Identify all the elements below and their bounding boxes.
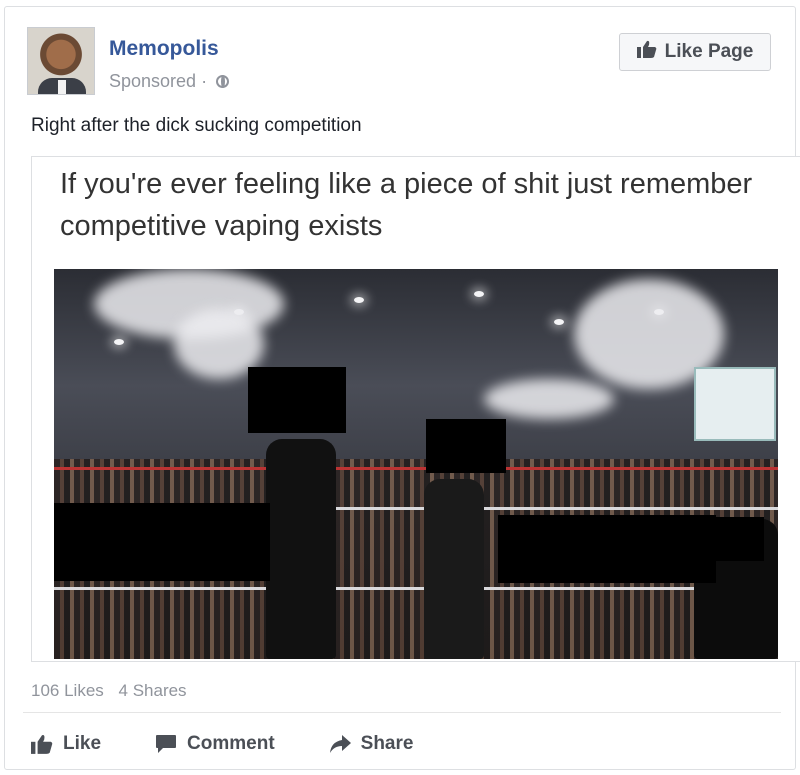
share-arrow-icon bbox=[329, 735, 351, 753]
ceiling-light bbox=[554, 319, 564, 325]
divider bbox=[23, 712, 781, 713]
comment-label: Comment bbox=[187, 733, 275, 754]
globe-icon[interactable] bbox=[216, 75, 230, 88]
post-stats: 106 Likes 4 Shares bbox=[31, 681, 187, 701]
shares-count[interactable]: 4 Shares bbox=[119, 681, 187, 700]
ring-rope bbox=[54, 587, 778, 590]
likes-count[interactable]: 106 Likes bbox=[31, 681, 104, 700]
ring-rope bbox=[54, 467, 778, 470]
post-actions: Like Comment Share bbox=[31, 729, 413, 759]
vapor-cloud bbox=[484, 379, 614, 419]
page-avatar[interactable] bbox=[27, 27, 95, 95]
page-name-link[interactable]: Memopolis bbox=[109, 37, 219, 61]
ceiling-light bbox=[354, 297, 364, 303]
sponsored-meta: Sponsored · bbox=[109, 71, 230, 92]
like-page-label: Like Page bbox=[664, 41, 754, 62]
share-button[interactable]: Share bbox=[329, 733, 414, 755]
like-button[interactable]: Like bbox=[31, 733, 101, 755]
ceiling-light bbox=[474, 291, 484, 297]
competitor-figure bbox=[266, 439, 336, 659]
vaping-photo bbox=[54, 269, 778, 659]
speech-bubble-icon bbox=[155, 734, 177, 754]
censor-box bbox=[714, 517, 764, 561]
thumbs-up-icon bbox=[31, 734, 53, 754]
censor-box bbox=[54, 503, 270, 581]
thumbs-up-icon bbox=[636, 40, 657, 64]
meta-separator: · bbox=[201, 71, 208, 91]
event-banner bbox=[694, 367, 776, 441]
post-caption: Right after the dick sucking competition bbox=[31, 115, 362, 136]
censor-box bbox=[498, 515, 716, 583]
post-image[interactable]: If you're ever feeling like a piece of s… bbox=[31, 156, 800, 662]
like-label: Like bbox=[63, 733, 102, 754]
comment-button[interactable]: Comment bbox=[155, 733, 275, 755]
sponsored-label[interactable]: Sponsored bbox=[109, 71, 196, 91]
like-page-button[interactable]: Like Page bbox=[619, 33, 771, 71]
share-label: Share bbox=[360, 733, 414, 754]
competitor-figure bbox=[424, 479, 484, 659]
meme-text: If you're ever feeling like a piece of s… bbox=[60, 168, 753, 242]
ceiling-light bbox=[114, 339, 124, 345]
avatar-shirt bbox=[58, 80, 66, 94]
censor-box bbox=[248, 367, 346, 433]
feed-post-card: Memopolis Sponsored · Like Page Right af… bbox=[4, 6, 800, 770]
censor-box bbox=[426, 419, 506, 473]
